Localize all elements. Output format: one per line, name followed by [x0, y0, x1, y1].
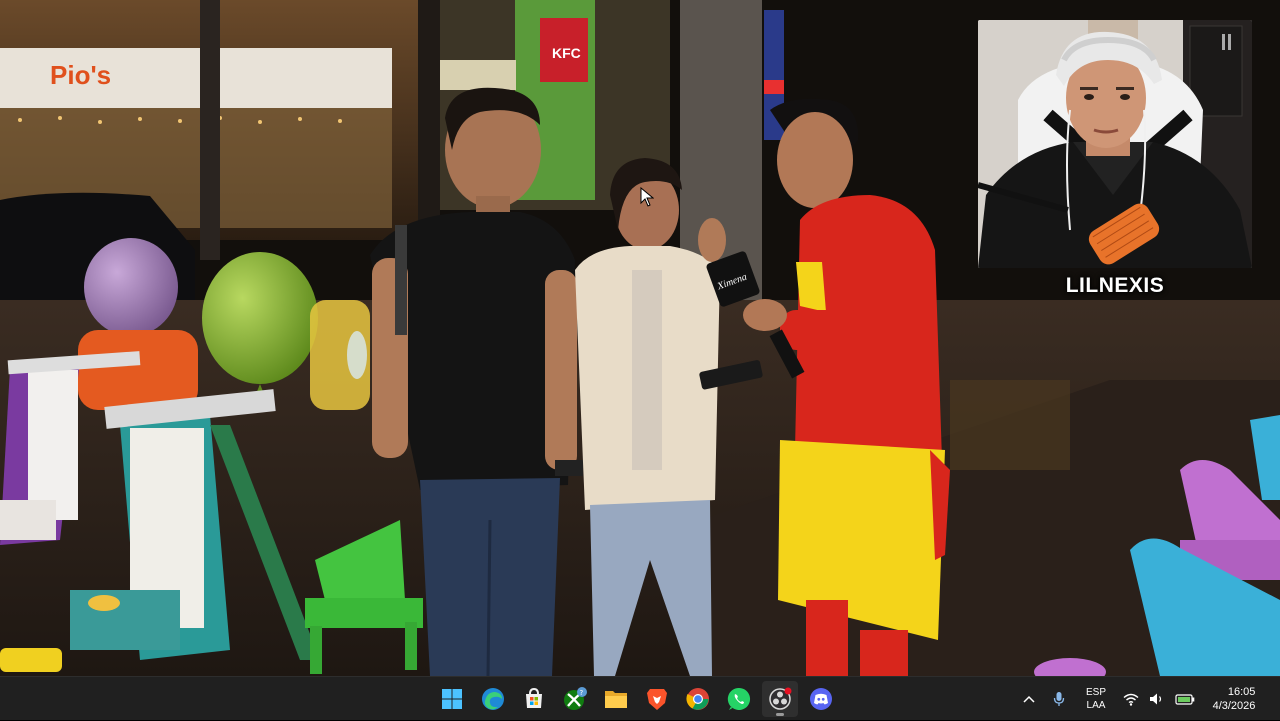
- svg-text:?: ?: [580, 689, 584, 697]
- language-code: ESP: [1085, 687, 1106, 698]
- taskbar-file-explorer[interactable]: [598, 681, 634, 717]
- taskbar-obs[interactable]: [762, 681, 798, 717]
- streamer-name: LILNEXIS: [1065, 274, 1165, 297]
- webcam-overlay: [978, 20, 1252, 268]
- taskbar-store[interactable]: [516, 681, 552, 717]
- keyboard-layout: LAA: [1086, 700, 1106, 711]
- restaurant-sign: Pio's: [50, 60, 111, 90]
- brave-browser-icon: [647, 689, 667, 710]
- xbox-icon: ?: [564, 687, 587, 710]
- taskbar-apps: ?: [434, 677, 839, 721]
- windows-start-icon: [442, 689, 462, 709]
- battery-icon: [1175, 694, 1195, 705]
- taskbar-chrome[interactable]: [680, 681, 716, 717]
- taskbar-discord[interactable]: [803, 681, 839, 717]
- taskbar-brave[interactable]: [639, 681, 675, 717]
- seated-child: [78, 330, 198, 410]
- chrome-icon: [686, 688, 709, 710]
- discord-icon: [810, 688, 832, 710]
- tray-overflow-button[interactable]: [1016, 677, 1042, 721]
- taskbar-whatsapp[interactable]: [721, 681, 757, 717]
- taskbar-xbox[interactable]: ?: [557, 681, 593, 717]
- language-indicator[interactable]: ESP LAA: [1076, 677, 1116, 721]
- clock[interactable]: 16:05 4/3/2026: [1202, 677, 1280, 721]
- whatsapp-icon: [727, 687, 751, 710]
- clock-date: 4/3/2026: [1212, 700, 1256, 712]
- clock-time: 16:05: [1227, 686, 1256, 698]
- volume-icon: [1150, 693, 1162, 705]
- quick-settings-button[interactable]: [1116, 677, 1202, 721]
- start-button[interactable]: [434, 681, 470, 717]
- webcam-feed: [978, 20, 1252, 268]
- file-explorer-icon: [605, 691, 627, 708]
- kfc-sign: KFC: [552, 45, 581, 61]
- system-tray: ESP LAA 16:05 4/3/2026: [1016, 677, 1280, 721]
- obs-recording-icon: [769, 687, 792, 710]
- mouse-cursor-icon: [640, 187, 654, 207]
- edge-browser-icon: [482, 688, 504, 710]
- taskbar-edge[interactable]: [475, 681, 511, 717]
- wifi-icon: [1123, 693, 1139, 706]
- taskbar: ? ESP LAA 16:05 4/3/2026: [0, 676, 1280, 720]
- microsoft-store-icon: [526, 687, 542, 708]
- chevron-up-icon: [1023, 695, 1035, 703]
- microphone-icon: [1053, 692, 1065, 706]
- microphone-tray-button[interactable]: [1042, 677, 1076, 721]
